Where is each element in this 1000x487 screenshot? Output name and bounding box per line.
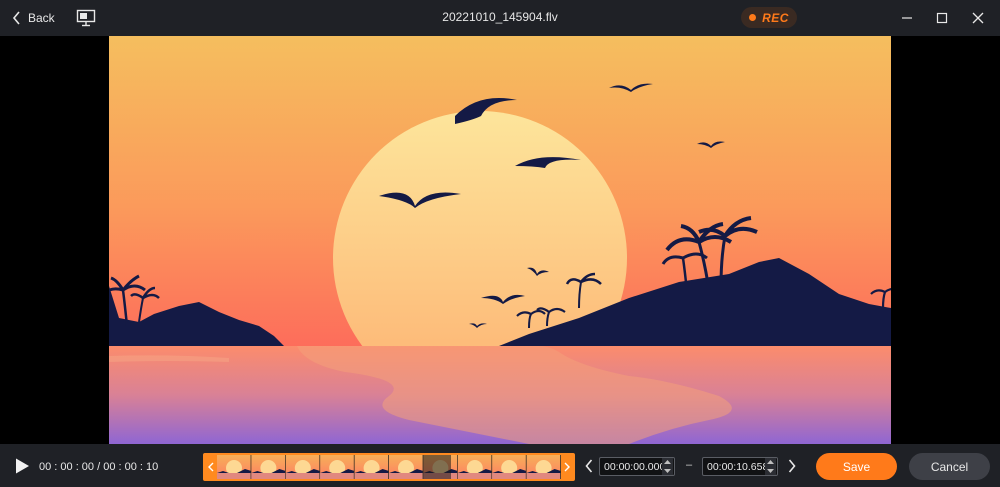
record-dot-icon [749, 14, 757, 21]
rec-button[interactable]: REC [741, 7, 797, 28]
chevron-left-icon [208, 462, 214, 472]
minimize-button[interactable] [895, 6, 919, 30]
back-label: Back [28, 11, 55, 25]
play-button[interactable] [13, 457, 31, 475]
caret-up-icon [664, 460, 671, 465]
trim-start-handle[interactable] [205, 455, 217, 479]
close-button[interactable] [966, 6, 990, 30]
end-time-input[interactable] [703, 460, 765, 473]
timeline-trimmer[interactable] [203, 453, 575, 481]
minimize-icon [902, 17, 912, 19]
maximize-icon [936, 12, 948, 24]
chevron-left-icon [12, 11, 20, 25]
start-time-increment[interactable] [662, 458, 673, 467]
caret-down-icon [664, 468, 671, 473]
previous-frame-button[interactable] [582, 457, 596, 475]
caret-down-icon [767, 468, 774, 473]
video-frame[interactable] [109, 36, 891, 444]
chevron-right-icon [788, 459, 796, 473]
start-time-field[interactable] [599, 457, 675, 476]
title-bar: Back 20221010_145904.flv REC [0, 0, 1000, 36]
thumbnail-strip [217, 455, 561, 479]
cancel-button[interactable]: Cancel [909, 453, 990, 480]
playback-controls: 00 : 00 : 00 / 00 : 00 : 10 00:00:00.000… [0, 444, 1000, 487]
range-separator: – [686, 459, 693, 471]
start-time-spinner[interactable] [662, 458, 673, 475]
back-button[interactable]: Back [12, 9, 55, 27]
end-time-field[interactable] [702, 457, 778, 476]
end-time-decrement[interactable] [765, 467, 776, 476]
start-time-input[interactable] [600, 460, 662, 473]
monitor-icon [76, 9, 96, 27]
chevron-right-icon [564, 462, 570, 472]
play-icon [16, 458, 29, 474]
start-time-decrement[interactable] [662, 467, 673, 476]
next-frame-button[interactable] [785, 457, 799, 475]
close-icon [972, 12, 984, 24]
video-preview-area [0, 36, 1000, 444]
current-time: 00 : 00 : 00 / 00 : 00 : 10 [39, 461, 159, 473]
maximize-button[interactable] [930, 6, 954, 30]
rec-label: REC [762, 10, 789, 25]
end-time-spinner[interactable] [765, 458, 776, 475]
trim-end-handle[interactable] [561, 455, 573, 479]
monitor-button[interactable] [76, 9, 96, 27]
window-title: 20221010_145904.flv [442, 10, 558, 24]
caret-up-icon [767, 460, 774, 465]
save-button[interactable]: Save [816, 453, 897, 480]
chevron-left-icon [585, 459, 593, 473]
end-time-increment[interactable] [765, 458, 776, 467]
